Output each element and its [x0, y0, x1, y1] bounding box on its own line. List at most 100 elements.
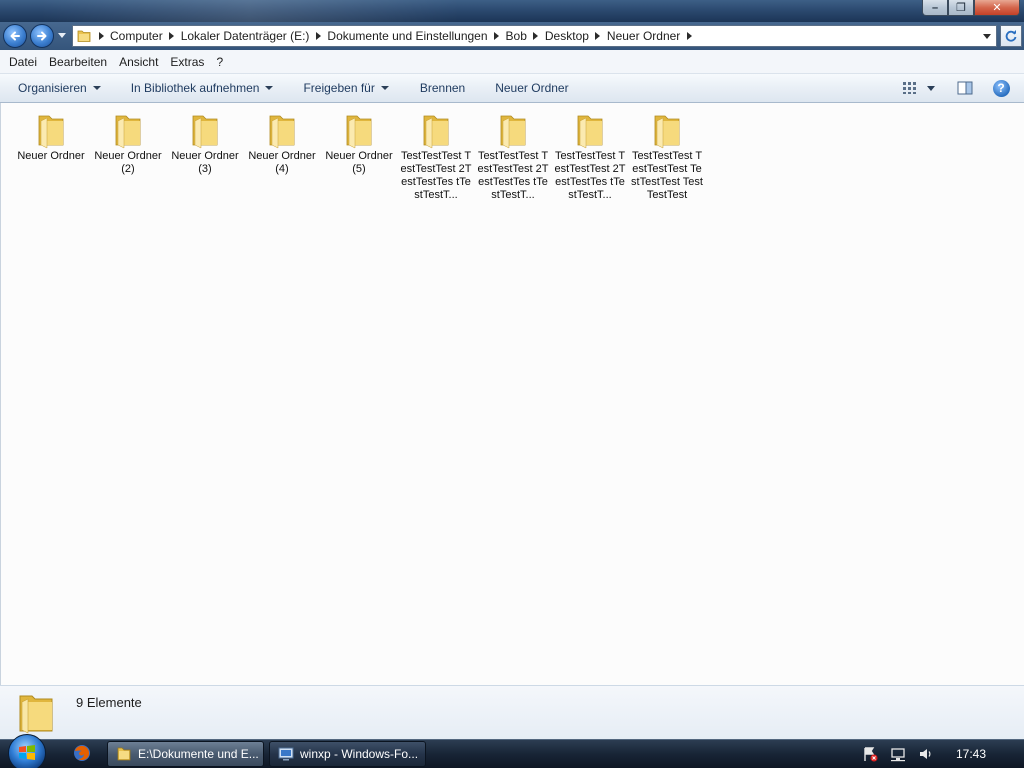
breadcrumb-desktop[interactable]: Desktop [542, 29, 592, 43]
include-in-library-label: In Bibliothek aufnehmen [130, 81, 260, 95]
network-icon[interactable] [890, 746, 906, 762]
burn-label: Brennen [419, 81, 466, 95]
maximize-button[interactable]: ❐ [948, 0, 974, 16]
folder-icon [423, 115, 449, 149]
folder-item[interactable]: TestTestTest TestTestTest 2TestTestTes t… [554, 110, 626, 202]
chevron-down-icon [927, 85, 935, 91]
chevron-down-icon [380, 86, 389, 90]
menu-edit[interactable]: Bearbeiten [43, 55, 113, 69]
taskbar-explorer-window[interactable]: E:\Dokumente und E... [107, 741, 264, 767]
folder-icon [115, 115, 141, 149]
folder-icon [577, 115, 603, 149]
file-list-area[interactable]: Neuer Ordner Neuer Ordner (2) Neuer Ordner… [0, 103, 1024, 685]
refresh-button[interactable] [1000, 25, 1022, 47]
caption-buttons: – ❐ ✕ [922, 0, 1020, 16]
taskbar-explorer-label: E:\Dokumente und E... [138, 747, 259, 761]
address-bar[interactable]: Computer Lokaler Datenträger (E:) Dokume… [72, 25, 997, 47]
breadcrumb-arrow-icon[interactable] [683, 32, 695, 40]
virtual-machine-icon [278, 747, 294, 761]
menu-bar: Datei Bearbeiten Ansicht Extras ? [0, 50, 1024, 74]
folder-item[interactable]: Neuer Ordner (2) [92, 110, 164, 176]
clock[interactable]: 17:43 [956, 747, 986, 761]
new-folder-label: Neuer Ordner [495, 81, 569, 95]
breadcrumb-computer[interactable]: Computer [107, 29, 166, 43]
folder-label: Neuer Ordner (5) [325, 150, 393, 175]
include-in-library-button[interactable]: In Bibliothek aufnehmen [131, 81, 274, 95]
folder-icon [192, 115, 218, 149]
burn-button[interactable]: Brennen [420, 81, 465, 95]
system-tray [850, 740, 1024, 768]
preview-pane-icon [957, 81, 973, 95]
taskbar: E:\Dokumente und E... winxp - Windows-Fo… [0, 734, 1024, 768]
windows-logo-icon [19, 745, 35, 760]
taskbar-winxp-window[interactable]: winxp - Windows-Fo... [269, 741, 426, 767]
new-folder-button[interactable]: Neuer Ordner [495, 81, 568, 95]
refresh-icon [1005, 30, 1017, 42]
start-button[interactable] [8, 734, 46, 768]
help-button[interactable]: ? [991, 78, 1011, 98]
preview-pane-button[interactable] [955, 78, 975, 98]
folder-label: TestTestTest TestTestTest 2TestTestTes t… [400, 150, 472, 201]
details-pane: 9 Elemente [0, 685, 1024, 739]
folder-item[interactable]: TestTestTest TestTestTest 2TestTestTes t… [400, 110, 472, 202]
folder-icon [19, 695, 53, 734]
folder-item[interactable]: Neuer Ordner [15, 110, 87, 163]
folder-label: Neuer Ordner (4) [248, 150, 316, 175]
folder-item[interactable]: Neuer Ordner (4) [246, 110, 318, 176]
breadcrumb-new-folder[interactable]: Neuer Ordner [604, 29, 683, 43]
help-icon: ? [992, 79, 1010, 97]
chevron-down-icon [265, 86, 274, 90]
navigation-bar: Computer Lokaler Datenträger (E:) Dokume… [0, 22, 1024, 50]
menu-file[interactable]: Datei [3, 55, 43, 69]
firefox-icon[interactable] [72, 743, 92, 763]
folder-item[interactable]: Neuer Ordner (5) [323, 110, 395, 176]
folder-icon [654, 115, 680, 149]
folder-item[interactable]: TestTestTest TestTestTest TestTestTest T… [631, 110, 703, 202]
arrow-left-icon [10, 31, 20, 41]
forward-button[interactable] [30, 24, 54, 48]
folder-icon [500, 115, 526, 149]
folder-label: TestTestTest TestTestTest TestTestTest T… [631, 150, 703, 201]
folder-label: Neuer Ordner (2) [94, 150, 162, 175]
breadcrumb-arrow-icon[interactable] [312, 32, 324, 40]
chevron-down-icon [92, 86, 101, 90]
breadcrumb-arrow-icon[interactable] [592, 32, 604, 40]
action-center-flag-icon[interactable] [862, 746, 878, 762]
breadcrumb-documents-settings[interactable]: Dokumente und Einstellungen [324, 29, 490, 43]
chevron-down-icon [58, 33, 66, 38]
command-bar: Organisieren In Bibliothek aufnehmen Fre… [0, 74, 1024, 103]
volume-icon[interactable] [918, 746, 934, 762]
share-with-label: Freigeben für [303, 81, 375, 95]
menu-view[interactable]: Ansicht [113, 55, 164, 69]
breadcrumb-arrow-icon[interactable] [166, 32, 178, 40]
folder-icon [346, 115, 372, 149]
breadcrumb-drive-e[interactable]: Lokaler Datenträger (E:) [178, 29, 313, 43]
organize-button[interactable]: Organisieren [18, 81, 101, 95]
change-view-button[interactable] [900, 78, 920, 98]
folder-label: Neuer Ordner (3) [171, 150, 239, 175]
window-title-bar[interactable]: – ❐ ✕ [0, 0, 1024, 22]
menu-tools[interactable]: Extras [164, 55, 210, 69]
view-options-dropdown[interactable] [924, 78, 938, 98]
folder-label: Neuer Ordner [17, 150, 85, 162]
folder-icon [38, 115, 64, 149]
breadcrumb-arrow-icon[interactable] [95, 32, 107, 40]
chevron-down-icon [983, 33, 991, 39]
breadcrumb-arrow-icon[interactable] [530, 32, 542, 40]
minimize-button[interactable]: – [922, 0, 948, 16]
folder-item[interactable]: Neuer Ordner (3) [169, 110, 241, 176]
back-button[interactable] [3, 24, 27, 48]
item-count: 9 Elemente [76, 695, 142, 710]
folder-label: TestTestTest TestTestTest 2TestTestTes t… [554, 150, 626, 201]
share-with-button[interactable]: Freigeben für [303, 81, 389, 95]
breadcrumb-arrow-icon[interactable] [491, 32, 503, 40]
menu-help[interactable]: ? [210, 55, 229, 69]
close-button[interactable]: ✕ [974, 0, 1020, 16]
recent-pages-dropdown[interactable] [57, 30, 67, 42]
organize-label: Organisieren [18, 81, 87, 95]
arrow-right-icon [37, 31, 47, 41]
breadcrumb-bob[interactable]: Bob [503, 29, 530, 43]
folder-item[interactable]: TestTestTest TestTestTest 2TestTestTes t… [477, 110, 549, 202]
address-history-dropdown[interactable] [978, 26, 996, 46]
folder-icon [269, 115, 295, 149]
